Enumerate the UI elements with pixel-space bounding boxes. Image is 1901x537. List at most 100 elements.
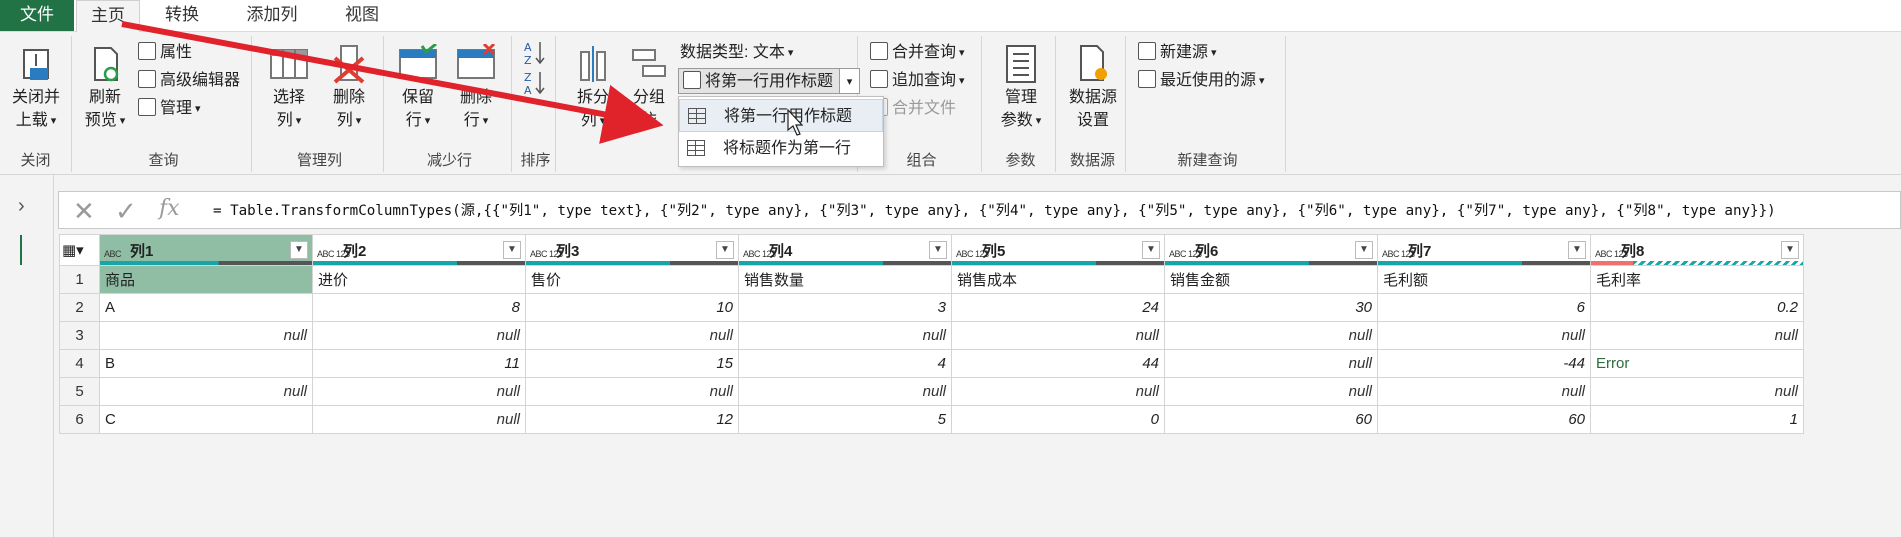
table-cell[interactable]: null: [738, 321, 952, 350]
merge-queries-button[interactable]: 合并查询 ▾: [870, 40, 965, 66]
row-number[interactable]: 1: [59, 265, 100, 294]
recent-sources-button[interactable]: 最近使用的源 ▾: [1138, 68, 1265, 94]
column-header-7[interactable]: ABC 123列7 ▼: [1377, 234, 1591, 266]
table-cell[interactable]: null: [951, 377, 1165, 406]
row-number[interactable]: 5: [59, 377, 100, 406]
table-cell[interactable]: 0: [951, 405, 1165, 434]
table-cell[interactable]: null: [951, 321, 1165, 350]
table-cell[interactable]: 进价: [312, 265, 526, 294]
column-header-6[interactable]: ABC 123列6 ▼: [1164, 234, 1378, 266]
column-header-1[interactable]: ABC 列1 ▼: [99, 234, 313, 266]
column-header-2[interactable]: ABC 123列2 ▼: [312, 234, 526, 266]
table-cell[interactable]: null: [1377, 377, 1591, 406]
sort-ascending-button[interactable]: AZ: [522, 40, 548, 67]
table-cell[interactable]: null: [1164, 349, 1378, 378]
remove-rows-button[interactable]: 删除 行 ▾: [448, 42, 504, 133]
refresh-preview-button[interactable]: 刷新 预览 ▾: [80, 44, 130, 133]
table-cell[interactable]: null: [1590, 377, 1804, 406]
filter-dropdown-icon[interactable]: ▼: [1568, 241, 1586, 259]
tab-transform[interactable]: 转换: [150, 0, 214, 31]
table-cell[interactable]: null: [312, 321, 526, 350]
tab-home[interactable]: 主页: [76, 0, 140, 33]
keep-rows-button[interactable]: 保留 行 ▾: [390, 42, 446, 133]
table-cell[interactable]: 60: [1377, 405, 1591, 434]
table-cell[interactable]: 60: [1164, 405, 1378, 434]
table-cell[interactable]: 毛利率: [1590, 265, 1804, 294]
table-cell[interactable]: 24: [951, 293, 1165, 322]
table-cell[interactable]: 11: [312, 349, 526, 378]
expand-queries-icon[interactable]: ›: [18, 195, 25, 218]
split-column-button[interactable]: 拆分 列 ▾: [566, 44, 620, 133]
type-icon[interactable]: ABC: [104, 249, 130, 259]
table-cell[interactable]: 1: [1590, 405, 1804, 434]
menu-item-use-headers-as-first-row[interactable]: 将标题作为第一行: [679, 132, 883, 165]
filter-dropdown-icon[interactable]: ▼: [929, 241, 947, 259]
manage-button[interactable]: 管理 ▾: [138, 96, 201, 122]
table-cell[interactable]: 商品: [99, 265, 313, 294]
filter-dropdown-icon[interactable]: ▼: [716, 241, 734, 259]
filter-dropdown-icon[interactable]: ▼: [1355, 241, 1373, 259]
table-cell[interactable]: null: [312, 405, 526, 434]
tab-view[interactable]: 视图: [327, 0, 397, 31]
table-cell[interactable]: -44: [1377, 349, 1591, 378]
row-number[interactable]: 3: [59, 321, 100, 350]
data-source-settings-button[interactable]: 数据源 设置: [1062, 44, 1124, 132]
table-cell[interactable]: null: [312, 377, 526, 406]
column-header-3[interactable]: ABC 123列3 ▼: [525, 234, 739, 266]
menu-item-use-first-row-as-headers[interactable]: 将第一行用作标题: [679, 99, 883, 132]
row-number[interactable]: 4: [59, 349, 100, 378]
remove-columns-button[interactable]: 删除 列 ▾: [322, 44, 376, 133]
table-cell[interactable]: 售价: [525, 265, 739, 294]
column-header-4[interactable]: ABC 123列4 ▼: [738, 234, 952, 266]
append-queries-button[interactable]: 追加查询 ▾: [870, 68, 965, 94]
data-type-dropdown[interactable]: 数据类型: 文本 ▾: [680, 40, 793, 66]
fx-icon[interactable]: fx: [159, 196, 180, 221]
table-cell[interactable]: Error: [1590, 349, 1804, 378]
manage-parameters-button[interactable]: 管理 参数 ▾: [990, 44, 1052, 133]
table-cell[interactable]: 销售数量: [738, 265, 952, 294]
new-source-button[interactable]: 新建源 ▾: [1138, 40, 1217, 66]
table-cell[interactable]: 销售金额: [1164, 265, 1378, 294]
choose-columns-button[interactable]: 选择 列 ▾: [262, 44, 316, 133]
cancel-formula-icon[interactable]: ✕: [73, 196, 95, 227]
tab-file[interactable]: 文件: [0, 0, 74, 31]
table-cell[interactable]: null: [1590, 321, 1804, 350]
table-cell[interactable]: 8: [312, 293, 526, 322]
type-icon[interactable]: ABC 123: [317, 249, 350, 259]
table-cell[interactable]: null: [1164, 377, 1378, 406]
filter-dropdown-icon[interactable]: ▼: [1781, 241, 1799, 259]
table-cell[interactable]: 30: [1164, 293, 1378, 322]
filter-dropdown-icon[interactable]: ▼: [290, 241, 308, 259]
type-icon[interactable]: ABC 123: [956, 249, 989, 259]
table-cell[interactable]: null: [99, 321, 313, 350]
table-cell[interactable]: 3: [738, 293, 952, 322]
properties-button[interactable]: 属性: [138, 40, 192, 66]
table-menu-icon[interactable]: ▦▾: [59, 234, 100, 266]
sort-descending-button[interactable]: ZA: [522, 70, 548, 97]
column-header-8[interactable]: ABC 123列8 ▼: [1590, 234, 1804, 266]
table-cell[interactable]: 10: [525, 293, 739, 322]
row-number[interactable]: 2: [59, 293, 100, 322]
table-cell[interactable]: null: [738, 377, 952, 406]
table-cell[interactable]: A: [99, 293, 313, 322]
table-cell[interactable]: null: [525, 321, 739, 350]
close-and-load-button[interactable]: 关闭并 上载 ▾: [4, 44, 68, 133]
filter-dropdown-icon[interactable]: ▼: [1142, 241, 1160, 259]
table-cell[interactable]: 12: [525, 405, 739, 434]
type-icon[interactable]: ABC 123: [1382, 249, 1415, 259]
table-cell[interactable]: B: [99, 349, 313, 378]
group-by-button[interactable]: 分组 依: [624, 44, 674, 132]
table-cell[interactable]: null: [99, 377, 313, 406]
table-cell[interactable]: 4: [738, 349, 952, 378]
formula-text[interactable]: = Table.TransformColumnTypes(源,{{"列1", t…: [213, 200, 1776, 220]
commit-formula-icon[interactable]: ✓: [115, 196, 137, 227]
row-number[interactable]: 6: [59, 405, 100, 434]
column-header-5[interactable]: ABC 123列5 ▼: [951, 234, 1165, 266]
table-cell[interactable]: 0.2: [1590, 293, 1804, 322]
use-first-row-as-headers-button[interactable]: 将第一行用作标题 ▾: [678, 68, 861, 94]
table-cell[interactable]: null: [1377, 321, 1591, 350]
type-icon[interactable]: ABC 123: [1169, 249, 1202, 259]
table-cell[interactable]: 15: [525, 349, 739, 378]
filter-dropdown-icon[interactable]: ▼: [503, 241, 521, 259]
queries-label-icon[interactable]: [20, 235, 32, 265]
